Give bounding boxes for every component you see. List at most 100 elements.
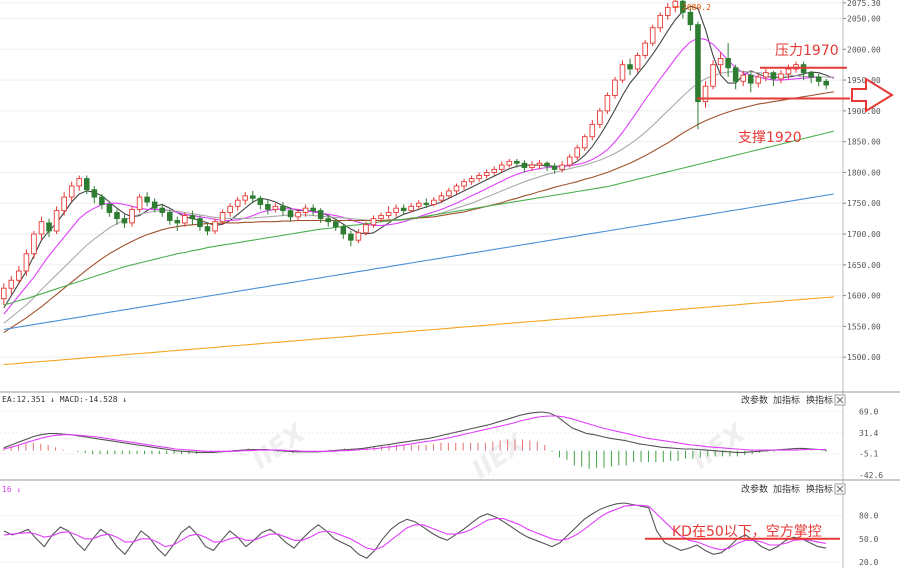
candle-body (212, 221, 218, 232)
candle-body (114, 212, 120, 220)
candle-body (363, 224, 369, 234)
candle-body (544, 162, 550, 167)
candle-body (38, 221, 45, 235)
price-tick-label: 1750.00 (847, 199, 881, 208)
candle-body (83, 178, 90, 191)
candle-body (717, 58, 724, 66)
macd-dea-line (3, 415, 827, 452)
price-tick-label: 1500.00 (847, 353, 881, 362)
candle-body (755, 76, 762, 84)
macd-tick-label: 31.4 (859, 429, 878, 438)
candle-body (604, 95, 611, 112)
candle-body (91, 189, 98, 198)
candle-body (234, 199, 241, 207)
candle-body (68, 185, 75, 198)
candle-body (785, 68, 792, 75)
price-tick-label: 1550.00 (847, 322, 881, 331)
candle-body (461, 181, 467, 187)
watermark-logo: IIEX (687, 417, 753, 475)
candle-body (438, 195, 445, 201)
candle-body (415, 202, 422, 207)
kd-switch-indicator-button[interactable]: 换指标 (806, 483, 833, 495)
candle-body (619, 64, 626, 81)
candle-body (76, 178, 83, 187)
svg-text:IIEX: IIEX (467, 427, 533, 485)
candle (53, 206, 60, 235)
candle-body (249, 195, 256, 199)
candle-body (400, 207, 407, 212)
candle-body (332, 221, 339, 228)
candle-body (197, 218, 203, 228)
candle-body (506, 160, 513, 166)
candle-body (355, 232, 362, 241)
candle-body (227, 205, 233, 213)
candle-body (740, 74, 747, 82)
candle-body (627, 64, 633, 70)
candle-body (498, 164, 505, 170)
price-panel: 2075.30 2050.00 2000.00 1950.00 1900.00 1850.… (0, 0, 894, 568)
kd-panel: 16 ↓ 改参数 加指标 换指标 80.0 50.0 20.0 KD在50以下，空方… (0, 479, 900, 567)
candle-body (370, 218, 377, 226)
candle (710, 60, 716, 90)
macd-switch-indicator-button[interactable]: 换指标 (806, 394, 833, 406)
candle-body (31, 233, 37, 255)
candle-body (265, 204, 271, 210)
candle-body (710, 64, 716, 87)
candle-body (136, 196, 143, 210)
price-tick-label: 1900.00 (847, 107, 881, 116)
candle-body (129, 208, 135, 224)
macd-change-params-button[interactable]: 改参数 (741, 394, 768, 406)
candle-body (634, 54, 641, 70)
candle-body (121, 218, 128, 224)
candle (649, 24, 656, 47)
candle-body (106, 204, 113, 213)
candle-body (559, 164, 565, 170)
candle-body (174, 220, 181, 224)
candle-body (551, 165, 558, 170)
candle-body (257, 197, 264, 205)
candle-body (0, 287, 7, 300)
macd-header: EA:12.351 ↓ MACD:-14.528 ↓ (2, 395, 127, 404)
price-tick-label: 1600.00 (847, 292, 881, 301)
candle-body (521, 162, 528, 168)
candle-body (446, 190, 452, 197)
candle-body (23, 253, 30, 272)
support-label: 支撑1920 (738, 130, 802, 146)
kd-add-indicator-button[interactable]: 加指标 (773, 483, 800, 495)
candle-body (310, 207, 316, 212)
candle-body (166, 212, 173, 221)
price-tick-label: 1650.00 (847, 261, 881, 270)
kd-tick-label: 50.0 (859, 535, 878, 544)
candle-body (581, 136, 588, 149)
candle-body (815, 76, 822, 82)
candle-body (566, 156, 573, 166)
candle-body (348, 233, 354, 241)
kd-header: 16 ↓ (2, 485, 21, 494)
candle-body (657, 14, 664, 29)
candle-body (574, 147, 581, 158)
candle-body (747, 74, 754, 84)
candle-body (612, 79, 618, 96)
watermark-logo: IIEX (467, 427, 533, 485)
stock-chart: IIEXIIEXIIEXIIEXIIEXIIEXIIEXIIEXIIEXIIEX… (0, 0, 900, 568)
candle-body (431, 199, 437, 205)
candle-body (649, 27, 656, 44)
price-tick-label: 1700.00 (847, 230, 881, 239)
kd-close-icon[interactable] (834, 483, 846, 495)
candle (612, 76, 618, 99)
candle-body (529, 164, 535, 168)
candle-body (325, 218, 332, 223)
price-tick-label: 2050.00 (847, 14, 881, 23)
price-tick-label: 1950.00 (847, 76, 881, 85)
macd-add-indicator-button[interactable]: 加指标 (773, 394, 800, 406)
candle-body (378, 215, 384, 220)
candle-body (732, 67, 739, 82)
candle-body (46, 222, 52, 232)
kd-change-params-button[interactable]: 改参数 (741, 483, 768, 495)
candle (604, 92, 611, 114)
candle-body (144, 196, 150, 203)
macd-tick-label: -5.1 (859, 450, 878, 459)
macd-close-icon[interactable] (834, 394, 846, 406)
candle-body (385, 212, 392, 217)
candle-body (664, 6, 671, 16)
